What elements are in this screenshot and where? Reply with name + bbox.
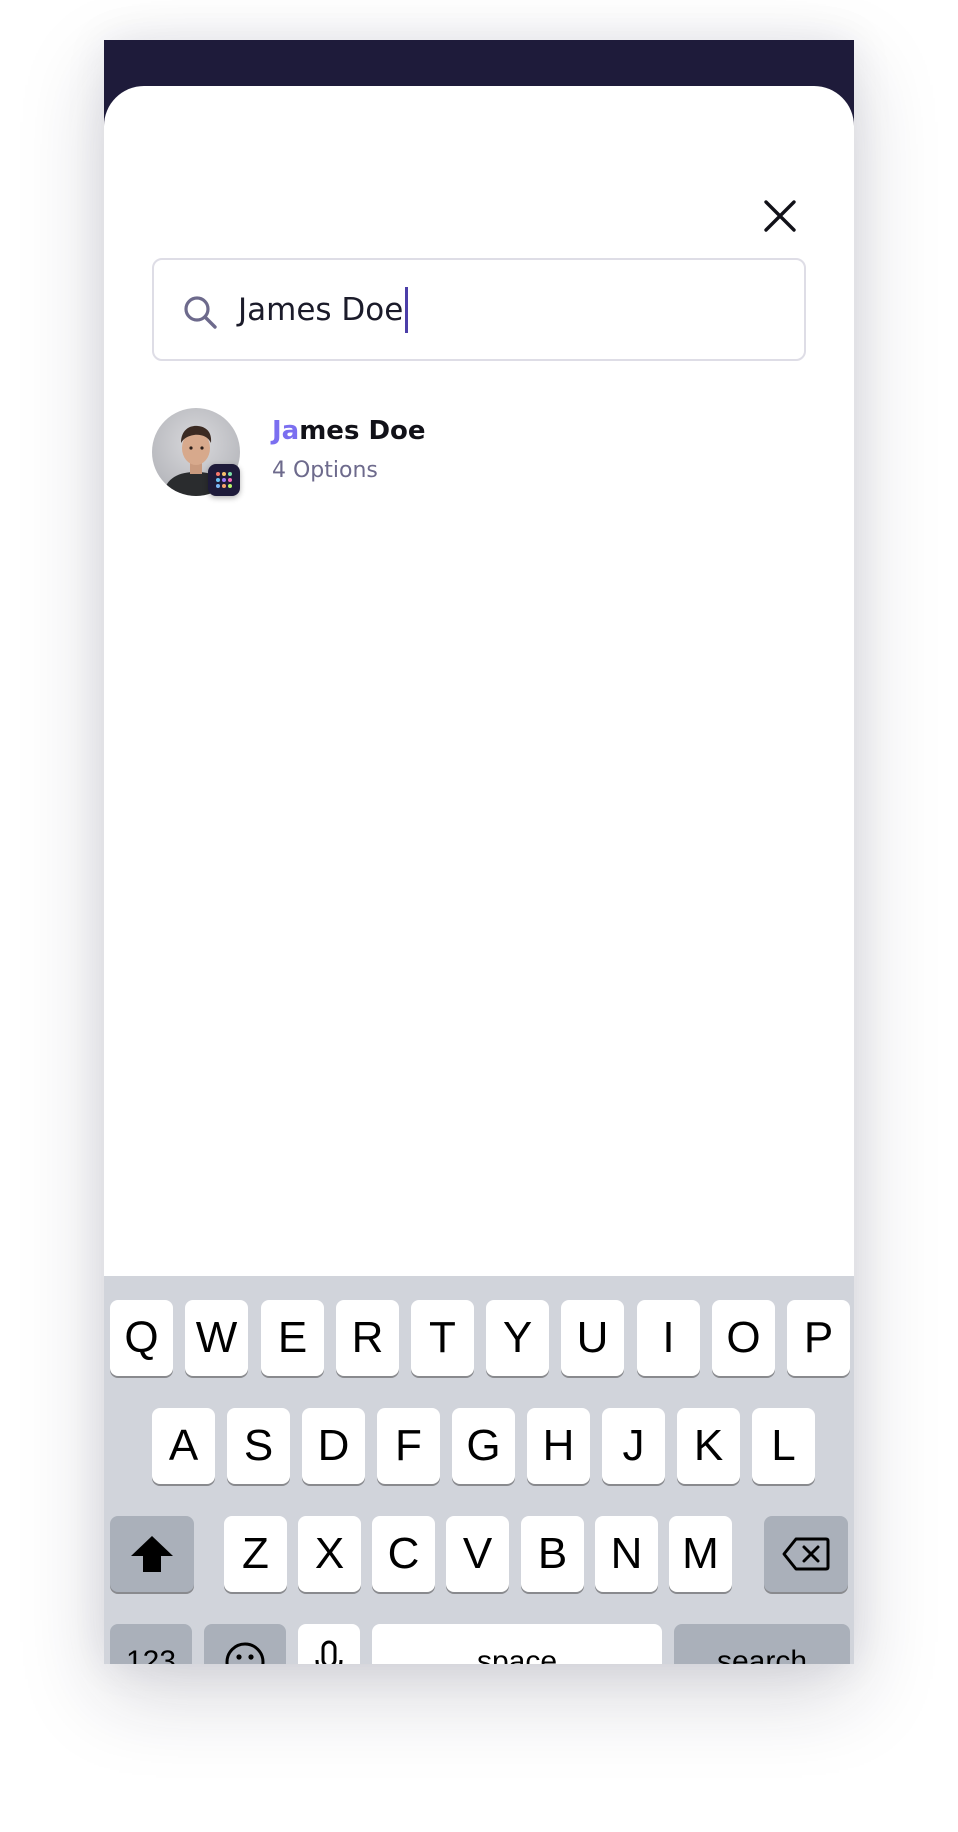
search-icon [184,296,217,329]
app-badge [208,464,240,496]
backspace-key[interactable] [764,1516,848,1592]
keyboard: Q W E R T Y U I O P A S D F G H J K L Z … [104,1276,854,1664]
key-v[interactable]: V [446,1516,509,1592]
microphone-key[interactable] [298,1624,360,1664]
shift-icon [131,1536,173,1572]
key-i[interactable]: I [637,1300,700,1376]
key-z[interactable]: Z [224,1516,287,1592]
search-sheet: James Doe James Doe 4 Options Q W E R T … [104,86,854,1664]
key-s[interactable]: S [227,1408,290,1484]
space-key[interactable]: space [372,1624,662,1664]
app-grid-icon [216,472,232,488]
key-e[interactable]: E [261,1300,324,1376]
key-a[interactable]: A [152,1408,215,1484]
key-t[interactable]: T [411,1300,474,1376]
shift-key[interactable] [110,1516,194,1592]
emoji-icon [225,1642,265,1664]
key-d[interactable]: D [302,1408,365,1484]
key-l[interactable]: L [752,1408,815,1484]
search-input[interactable]: James Doe [238,280,778,340]
microphone-icon [315,1640,343,1664]
key-u[interactable]: U [561,1300,624,1376]
key-g[interactable]: G [452,1408,515,1484]
key-h[interactable]: H [527,1408,590,1484]
key-j[interactable]: J [602,1408,665,1484]
key-w[interactable]: W [185,1300,248,1376]
key-o[interactable]: O [712,1300,775,1376]
text-caret [405,287,409,333]
phone-frame: James Doe James Doe 4 Options Q W E R T … [104,40,854,1664]
key-r[interactable]: R [336,1300,399,1376]
emoji-key[interactable] [204,1624,286,1664]
backspace-icon [782,1537,830,1571]
result-name: James Doe [272,416,426,446]
search-query: James Doe [238,292,404,328]
search-field[interactable]: James Doe [152,258,806,361]
key-k[interactable]: K [677,1408,740,1484]
search-key[interactable]: search [674,1624,850,1664]
key-c[interactable]: C [372,1516,435,1592]
key-x[interactable]: X [298,1516,361,1592]
key-n[interactable]: N [595,1516,658,1592]
key-m[interactable]: M [669,1516,732,1592]
numbers-key[interactable]: 123 [110,1624,192,1664]
key-q[interactable]: Q [110,1300,173,1376]
key-y[interactable]: Y [486,1300,549,1376]
close-icon [764,200,796,232]
key-f[interactable]: F [377,1408,440,1484]
list-item[interactable]: James Doe 4 Options [152,408,806,500]
result-name-match: Ja [272,416,300,446]
result-name-rest: mes Doe [299,416,426,446]
key-p[interactable]: P [787,1300,850,1376]
close-button[interactable] [755,191,805,241]
result-subtitle: 4 Options [272,458,378,483]
key-b[interactable]: B [521,1516,584,1592]
